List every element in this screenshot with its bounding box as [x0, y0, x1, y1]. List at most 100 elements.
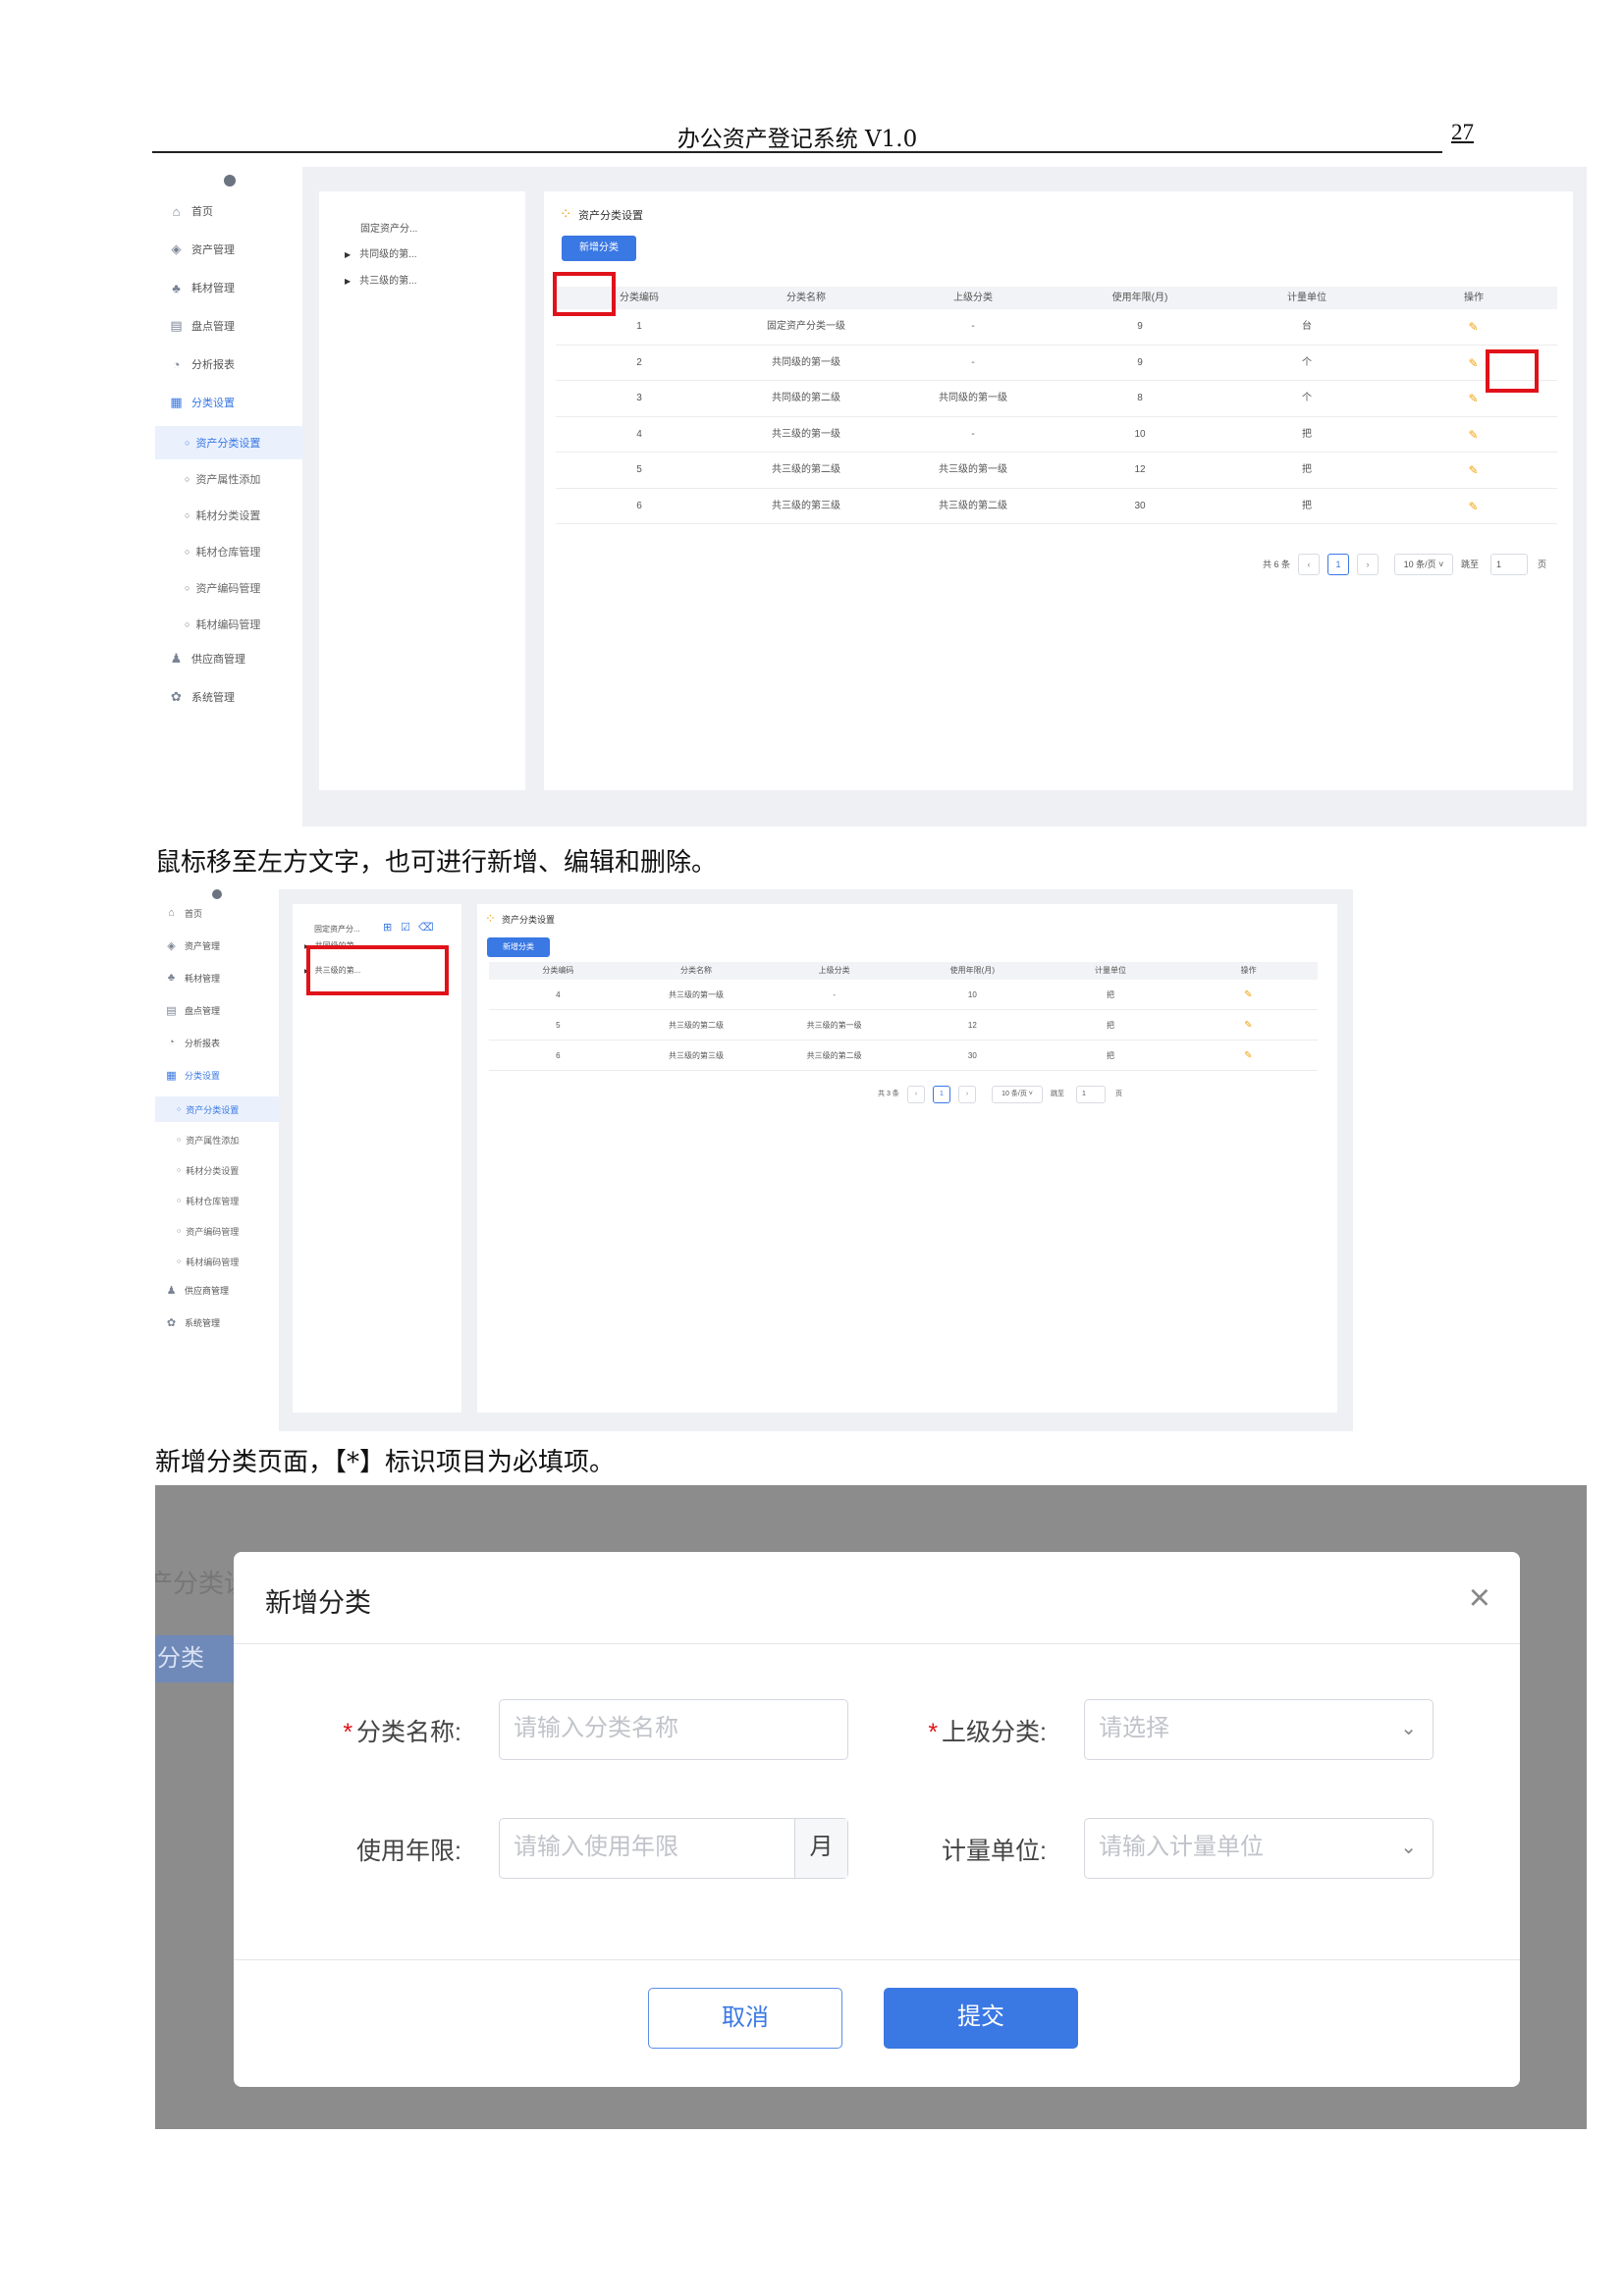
pagination-prev-button[interactable]: ‹	[907, 1086, 925, 1103]
parent-category-select[interactable]: 请选择 ⌄	[1084, 1699, 1434, 1760]
tree-root[interactable]: 固定资产分...	[360, 220, 417, 235]
add-category-button[interactable]: 新增分类	[487, 937, 550, 957]
edit-pencil-icon[interactable]: ✎	[1244, 1041, 1252, 1071]
sidebar-item-settings[interactable]: ✿ 系统管理	[155, 1311, 279, 1333]
sidebar-subitem[interactable]: ○ 资产属性添加	[155, 462, 302, 496]
sidebar-item-grid[interactable]: ▦ 分类设置	[155, 388, 302, 417]
sidebar-item-label: 系统管理	[191, 692, 235, 704]
bullet-icon: ○	[177, 1136, 182, 1144]
sidebar-item-label: 分类设置	[185, 1070, 221, 1081]
edit-pencil-icon[interactable]: ✎	[1469, 453, 1479, 489]
edit-pencil-icon[interactable]: ✎	[1469, 489, 1479, 525]
table-cell: 12	[1134, 464, 1146, 475]
sidebar-item-home[interactable]: ⌂ 首页	[155, 196, 302, 226]
sidebar-subitem[interactable]: ○ 耗材分类设置	[155, 499, 302, 532]
row-divider	[489, 1070, 1318, 1071]
add-category-button[interactable]: 新增分类	[562, 236, 636, 261]
sidebar-subitem[interactable]: ○ 资产分类设置	[155, 426, 302, 459]
sidebar-item-chart[interactable]: ◔ 分析报表	[155, 349, 302, 379]
table-cell: 6	[636, 500, 642, 511]
divider	[234, 1959, 1520, 1960]
sidebar-subitem[interactable]: ○ 耗材编码管理	[155, 1249, 279, 1274]
logo-icon	[224, 175, 236, 187]
table-cell: -	[971, 428, 975, 440]
sidebar-subitem[interactable]: ○ 耗材仓库管理	[155, 535, 302, 568]
pagination-prev-button[interactable]: ‹	[1298, 554, 1320, 575]
tree-root[interactable]: 固定资产分...	[314, 924, 360, 934]
sidebar-item-inventory[interactable]: ▤ 盘点管理	[155, 311, 302, 341]
sidebar-subitem-label: 耗材仓库管理	[195, 547, 261, 559]
edit-pencil-icon[interactable]: ✎	[1469, 381, 1479, 417]
pagination-page-button[interactable]: 1	[933, 1086, 950, 1103]
category-name-input[interactable]: 请输入分类名称	[499, 1699, 848, 1760]
supplier-icon: ♟	[166, 1284, 177, 1297]
table-header-cell: 上级分类	[818, 966, 850, 975]
sidebar-item-chart[interactable]: ◔ 分析报表	[155, 1032, 279, 1053]
table-cell: 把	[1106, 1021, 1114, 1030]
sidebar-subitem[interactable]: ○ 资产分类设置	[155, 1096, 279, 1122]
sidebar-item-asset[interactable]: ◈ 资产管理	[155, 934, 279, 956]
caret-right-icon: ▶	[345, 277, 352, 286]
table-header-cell: 使用年限(月)	[949, 966, 995, 975]
bullet-icon: ○	[177, 1166, 182, 1174]
plus-icon[interactable]: ⊞	[383, 921, 392, 934]
page-size-select[interactable]: 10 条/页 ˅	[1394, 554, 1453, 575]
table-header-cell: 上级分类	[953, 293, 993, 303]
sidebar-item-supplier[interactable]: ♟ 供应商管理	[155, 1279, 279, 1301]
tree-node[interactable]: ▶ 共三级的第...	[345, 272, 417, 287]
bullet-icon: ○	[185, 619, 190, 629]
pagination-next-button[interactable]: ›	[1357, 554, 1379, 575]
sidebar-item-inventory[interactable]: ▤ 盘点管理	[155, 999, 279, 1021]
sidebar-item-label: 首页	[185, 908, 203, 919]
table-header-cell: 计量单位	[1094, 966, 1126, 975]
sidebar-subitem-label: 资产编码管理	[195, 583, 261, 595]
table-cell: 5	[556, 1021, 561, 1030]
unit-select[interactable]: 请输入计量单位 ⌄	[1084, 1818, 1434, 1879]
table-cell: 10	[1134, 428, 1146, 440]
table-cell: 共三级的第二级	[806, 1051, 862, 1060]
table-cell: 把	[1106, 1051, 1114, 1060]
edit-pencil-icon[interactable]: ✎	[1244, 1010, 1252, 1041]
submit-button[interactable]: 提交	[884, 1988, 1078, 2049]
edit-pencil-icon[interactable]: ✎	[1244, 980, 1252, 1010]
category-table-panel: ⁘ 资产分类设置 新增分类 分类编码 分类名称 上级分类 使用年限(月) 计量单位 操作 1 固定资…	[544, 191, 1573, 790]
edit-icon[interactable]: ☑	[401, 921, 410, 934]
sidebar-item-asset[interactable]: ◈ 资产管理	[155, 235, 302, 264]
sidebar-item-consumable[interactable]: ♣ 耗材管理	[155, 273, 302, 302]
sidebar-item-grid[interactable]: ▦ 分类设置	[155, 1064, 279, 1086]
bullet-icon: ○	[185, 547, 190, 557]
sidebar-subitem[interactable]: ○ 耗材分类设置	[155, 1157, 279, 1183]
table-cell: 固定资产分类一级	[767, 321, 845, 332]
table-cell: 台	[1302, 321, 1312, 332]
page-size-select[interactable]: 10 条/页 ˅	[992, 1086, 1043, 1103]
delete-icon[interactable]: ⌫	[418, 921, 434, 934]
service-life-input[interactable]: 请输入使用年限月	[499, 1818, 848, 1879]
panel-title: 资产分类设置	[578, 210, 643, 222]
sidebar-subitem[interactable]: ○ 资产编码管理	[155, 1218, 279, 1244]
table-cell: 9	[1137, 356, 1143, 368]
pagination-page-button[interactable]: 1	[1327, 554, 1349, 575]
sidebar-subitem[interactable]: ○ 资产属性添加	[155, 1127, 279, 1152]
sidebar-item-consumable[interactable]: ♣ 耗材管理	[155, 967, 279, 988]
life-label: 使用年限:	[356, 1838, 461, 1865]
sidebar-item-home[interactable]: ⌂ 首页	[155, 902, 279, 924]
jump-input[interactable]: 1	[1076, 1086, 1106, 1103]
sidebar-subitem[interactable]: ○ 耗材仓库管理	[155, 1188, 279, 1213]
name-label: * 分类名称:	[343, 1719, 461, 1746]
home-icon: ⌂	[172, 203, 181, 219]
tree-node[interactable]: ▶ 共同级的第...	[345, 245, 417, 260]
close-icon[interactable]: ×	[1469, 1579, 1490, 1617]
edit-pencil-icon[interactable]: ✎	[1469, 346, 1479, 382]
sidebar-item-supplier[interactable]: ♟ 供应商管理	[155, 644, 302, 673]
edit-pencil-icon[interactable]: ✎	[1469, 417, 1479, 454]
cancel-button[interactable]: 取消	[648, 1988, 842, 2049]
asset-icon: ◈	[167, 939, 176, 952]
pagination-next-button[interactable]: ›	[958, 1086, 976, 1103]
edit-pencil-icon[interactable]: ✎	[1469, 309, 1479, 346]
sidebar-subitem[interactable]: ○ 耗材编码管理	[155, 608, 302, 641]
page-number: 27	[1451, 120, 1474, 144]
jump-input[interactable]: 1	[1490, 554, 1528, 575]
bullet-icon: ○	[185, 510, 190, 520]
sidebar-item-settings[interactable]: ✿ 系统管理	[155, 682, 302, 712]
sidebar-subitem[interactable]: ○ 资产编码管理	[155, 571, 302, 605]
